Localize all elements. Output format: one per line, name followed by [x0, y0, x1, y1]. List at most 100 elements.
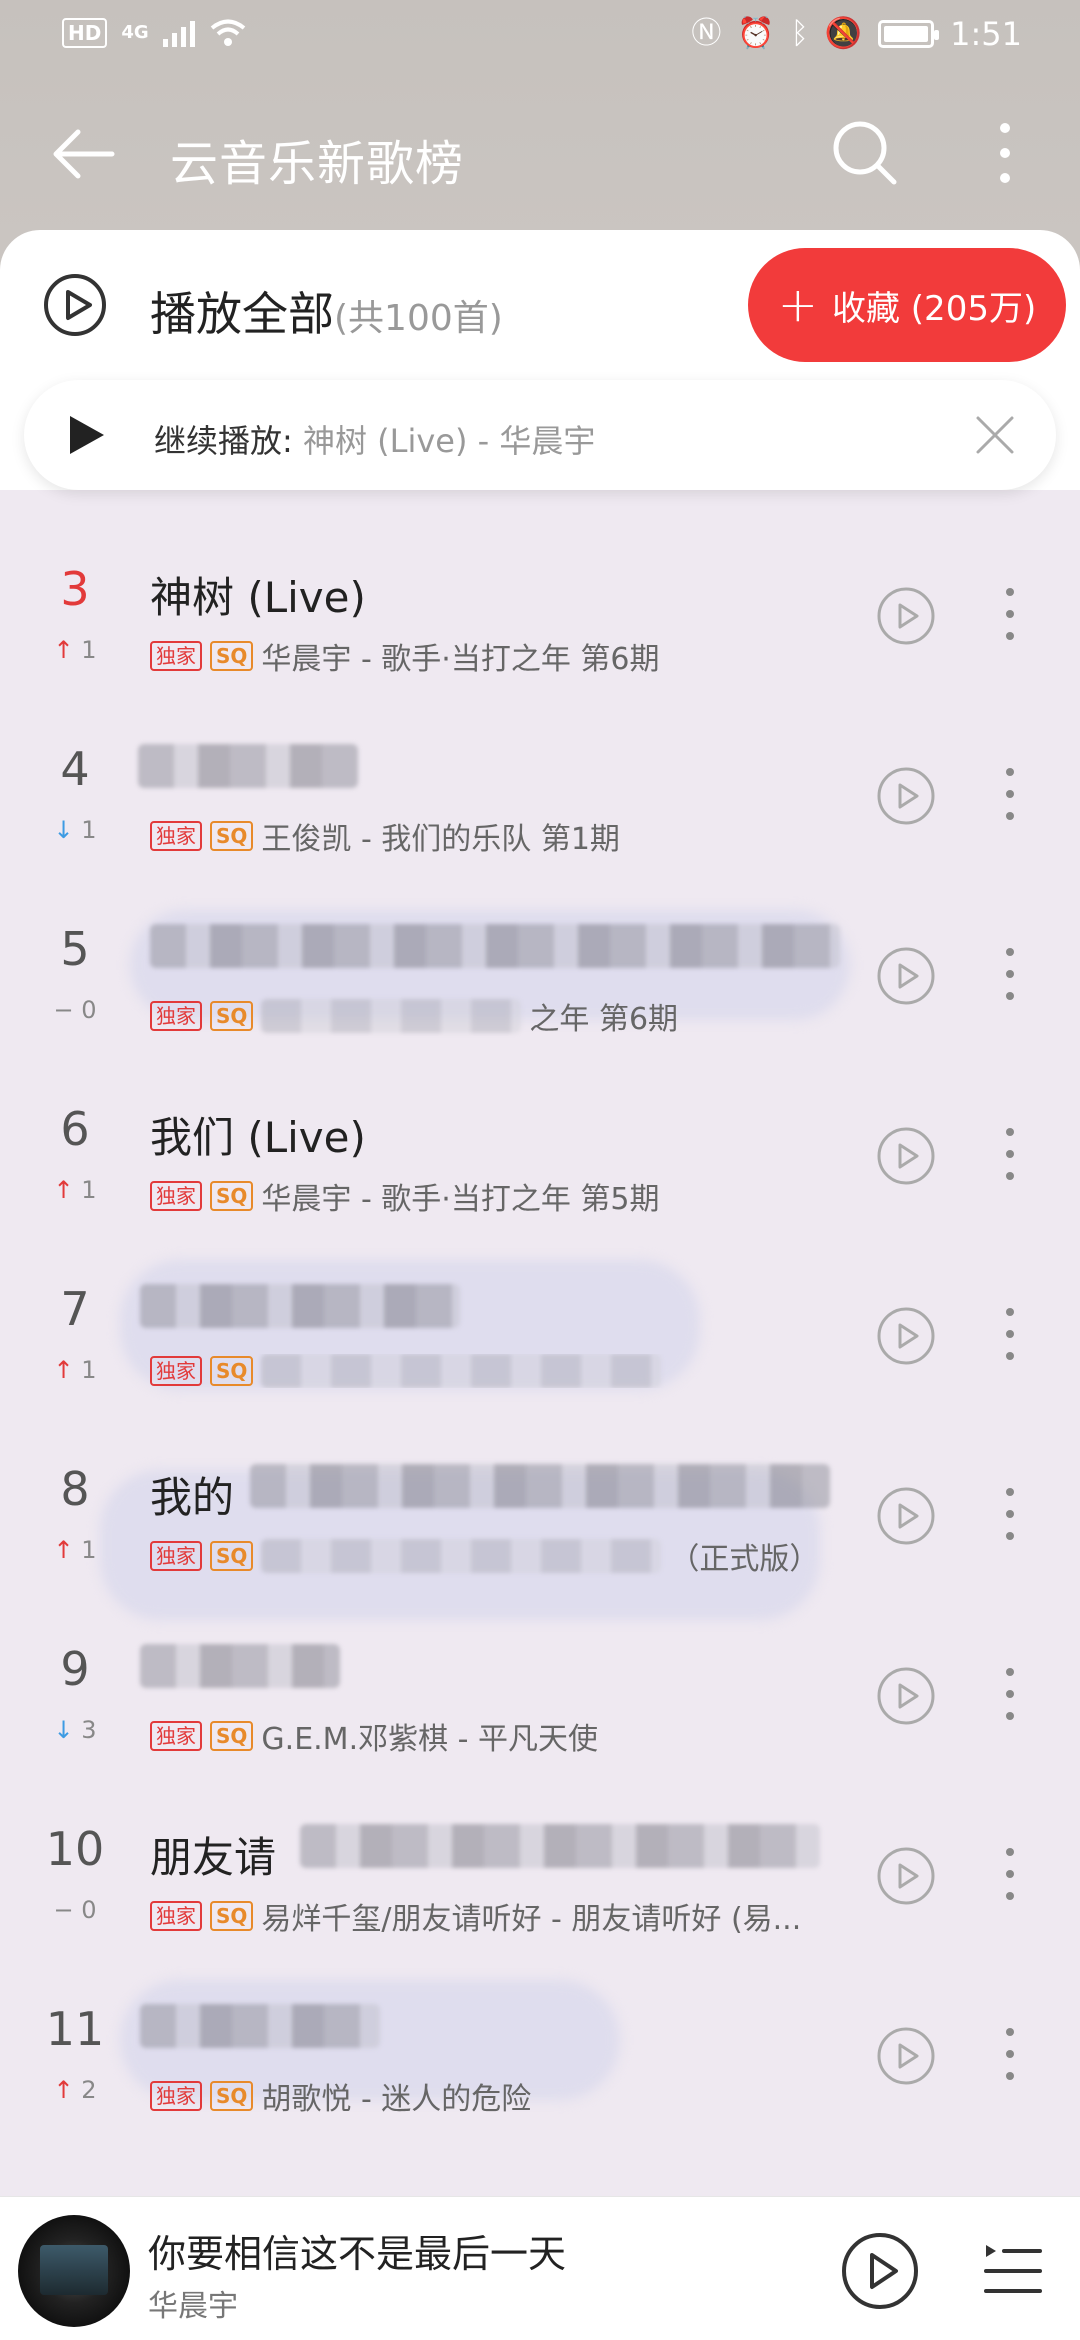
song-row[interactable]: 4 ↓ 1 独家 SQ 王俊凯 - 我们的乐队 第1期	[0, 690, 1080, 870]
more-icon[interactable]	[1000, 586, 1020, 642]
play-video-icon[interactable]	[876, 586, 936, 646]
more-icon[interactable]	[1000, 1126, 1020, 1182]
wifi-icon	[210, 19, 245, 46]
song-row[interactable]: 11 ↑ 2 独家 SQ 胡歌悦 - 迷人的危险	[0, 1950, 1080, 2130]
resume-label: 继续播放:	[154, 422, 293, 460]
search-icon[interactable]	[830, 118, 900, 188]
song-row[interactable]: 7 ↑ 1 独家 SQ	[0, 1230, 1080, 1410]
rank-trend: ↑ 1	[53, 1356, 97, 1384]
more-icon[interactable]	[1000, 946, 1020, 1002]
album-art[interactable]	[18, 2215, 130, 2327]
playlist-icon[interactable]	[982, 2239, 1042, 2303]
favorite-button[interactable]: + 收藏 (205万)	[748, 248, 1066, 362]
play-video-icon[interactable]	[876, 1486, 936, 1546]
sq-badge: SQ	[210, 821, 254, 851]
plus-icon: +	[777, 277, 818, 333]
trend-same-icon: −	[53, 1896, 74, 1924]
rank-number: 10	[45, 1822, 105, 1876]
rank-trend: ↑ 1	[53, 1176, 97, 1204]
rank-trend: − 0	[53, 1896, 97, 1924]
rank-number: 7	[60, 1282, 90, 1336]
exclusive-badge: 独家	[150, 1721, 202, 1751]
more-icon[interactable]	[1000, 1486, 1020, 1542]
sq-badge: SQ	[210, 1721, 254, 1751]
more-icon[interactable]	[1000, 2026, 1020, 2082]
signal-icon	[162, 19, 195, 47]
song-row[interactable]: 9 ↓ 3 独家 SQ G.E.M.邓紫棋 - 平凡天使	[0, 1590, 1080, 1770]
now-playing-title: 你要相信这不是最后一天	[148, 2232, 567, 2276]
blurred-title	[150, 924, 840, 968]
rank-trend: ↓ 3	[53, 1716, 97, 1744]
rank-trend: − 0	[53, 996, 97, 1024]
song-subtitle: 独家 SQ （正式版）	[150, 1534, 819, 1578]
song-row[interactable]: 10 − 0 朋友请 独家 SQ 易烊千玺/朋友请听好 - 朋友请听好 (易..…	[0, 1770, 1080, 1950]
play-icon[interactable]	[64, 412, 108, 458]
rank-number: 6	[60, 1102, 90, 1156]
blurred-title	[140, 1284, 460, 1328]
status-bar: HD 4G Ⓝ ⏰ ᛒ 🔕 1:51	[0, 0, 1080, 72]
sq-badge: SQ	[210, 1541, 254, 1571]
blurred-title	[138, 744, 358, 788]
more-icon[interactable]	[1000, 766, 1020, 822]
close-icon[interactable]	[970, 410, 1020, 460]
trend-down-icon: ↓	[53, 816, 74, 844]
mute-icon: 🔕	[824, 16, 863, 51]
rank-trend: ↑ 1	[53, 636, 97, 664]
play-video-icon[interactable]	[876, 766, 936, 826]
song-title: 神树 (Live)	[150, 573, 366, 622]
exclusive-badge: 独家	[150, 1356, 202, 1386]
resume-playback-bar[interactable]: 继续播放: 神树 (Live) - 华晨宇	[24, 380, 1056, 490]
play-video-icon[interactable]	[876, 1306, 936, 1366]
song-row[interactable]: 5 − 0 独家 SQ 之年 第6期	[0, 870, 1080, 1050]
song-subtitle: 独家 SQ 王俊凯 - 我们的乐队 第1期	[150, 814, 620, 858]
song-row[interactable]: 3 ↑ 1 神树 (Live) 独家 SQ 华晨宇 - 歌手·当打之年 第6期	[0, 510, 1080, 690]
play-all-icon[interactable]	[42, 272, 108, 338]
more-options-icon[interactable]	[990, 120, 1020, 186]
now-playing-artist: 华晨宇	[148, 2289, 238, 2324]
rank-number: 3	[60, 562, 90, 616]
play-pause-icon[interactable]	[840, 2231, 920, 2311]
song-title: 我们 (Live)	[150, 1113, 366, 1162]
song-subtitle: 独家 SQ 之年 第6期	[150, 994, 678, 1038]
resume-song: 神树 (Live) - 华晨宇	[302, 422, 596, 460]
blurred-subtitle	[261, 1354, 662, 1388]
blurred-subtitle	[261, 999, 522, 1033]
sq-badge: SQ	[210, 1356, 254, 1386]
back-arrow-icon[interactable]	[48, 124, 118, 184]
more-icon[interactable]	[1000, 1306, 1020, 1362]
rank-number: 11	[45, 2002, 105, 2056]
more-icon[interactable]	[1000, 1666, 1020, 1722]
favorite-label: 收藏 (205万)	[831, 288, 1037, 329]
exclusive-badge: 独家	[150, 821, 202, 851]
resume-text: 继续播放: 神树 (Live) - 华晨宇	[154, 416, 595, 462]
song-subtitle: 独家 SQ 华晨宇 - 歌手·当打之年 第6期	[150, 634, 659, 678]
page-title: 云音乐新歌榜	[170, 136, 465, 192]
play-video-icon[interactable]	[876, 1846, 936, 1906]
blurred-title	[300, 1824, 820, 1868]
song-row[interactable]: 8 ↑ 1 我的 独家 SQ （正式版）	[0, 1410, 1080, 1620]
trend-up-icon: ↑	[53, 636, 74, 664]
more-icon[interactable]	[1000, 1846, 1020, 1902]
rank-trend: ↑ 1	[53, 1536, 97, 1564]
play-video-icon[interactable]	[876, 1126, 936, 1186]
mini-player[interactable]: 你要相信这不是最后一天 华晨宇	[0, 2196, 1080, 2340]
artist-album: 华晨宇 - 歌手·当打之年 第5期	[261, 1182, 660, 1217]
song-subtitle: 独家 SQ G.E.M.邓紫棋 - 平凡天使	[150, 1714, 598, 1758]
song-subtitle: 独家 SQ 易烊千玺/朋友请听好 - 朋友请听好 (易...	[150, 1894, 801, 1938]
play-all-button[interactable]: 播放全部(共100首)	[150, 278, 503, 344]
song-row[interactable]: 6 ↑ 1 我们 (Live) 独家 SQ 华晨宇 - 歌手·当打之年 第5期	[0, 1050, 1080, 1230]
play-video-icon[interactable]	[876, 946, 936, 1006]
rank-trend: ↑ 2	[53, 2076, 97, 2104]
nav-bar: 云音乐新歌榜	[0, 100, 1080, 210]
rank-trend: ↓ 1	[53, 816, 97, 844]
sq-badge: SQ	[210, 1181, 254, 1211]
artist-album: （正式版）	[669, 1542, 820, 1577]
trend-up-icon: ↑	[53, 2076, 74, 2104]
alarm-icon: ⏰	[737, 16, 775, 51]
play-video-icon[interactable]	[876, 2026, 936, 2086]
sq-badge: SQ	[210, 2081, 254, 2111]
blurred-title	[140, 2004, 380, 2048]
rank-number: 8	[60, 1462, 90, 1516]
play-video-icon[interactable]	[876, 1666, 936, 1726]
nfc-icon: Ⓝ	[691, 16, 722, 51]
